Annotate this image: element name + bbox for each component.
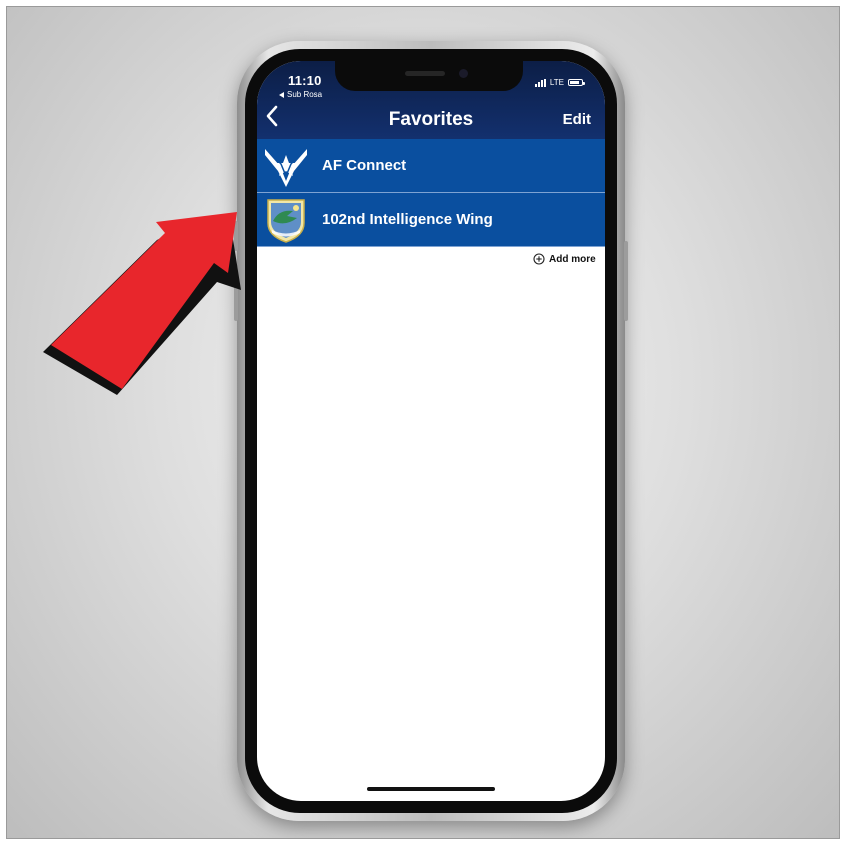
red-pointer-arrow-icon (43, 212, 241, 395)
photo-backdrop: 11:10 Sub Rosa LTE Favorites Edit AF Con… (6, 6, 840, 839)
